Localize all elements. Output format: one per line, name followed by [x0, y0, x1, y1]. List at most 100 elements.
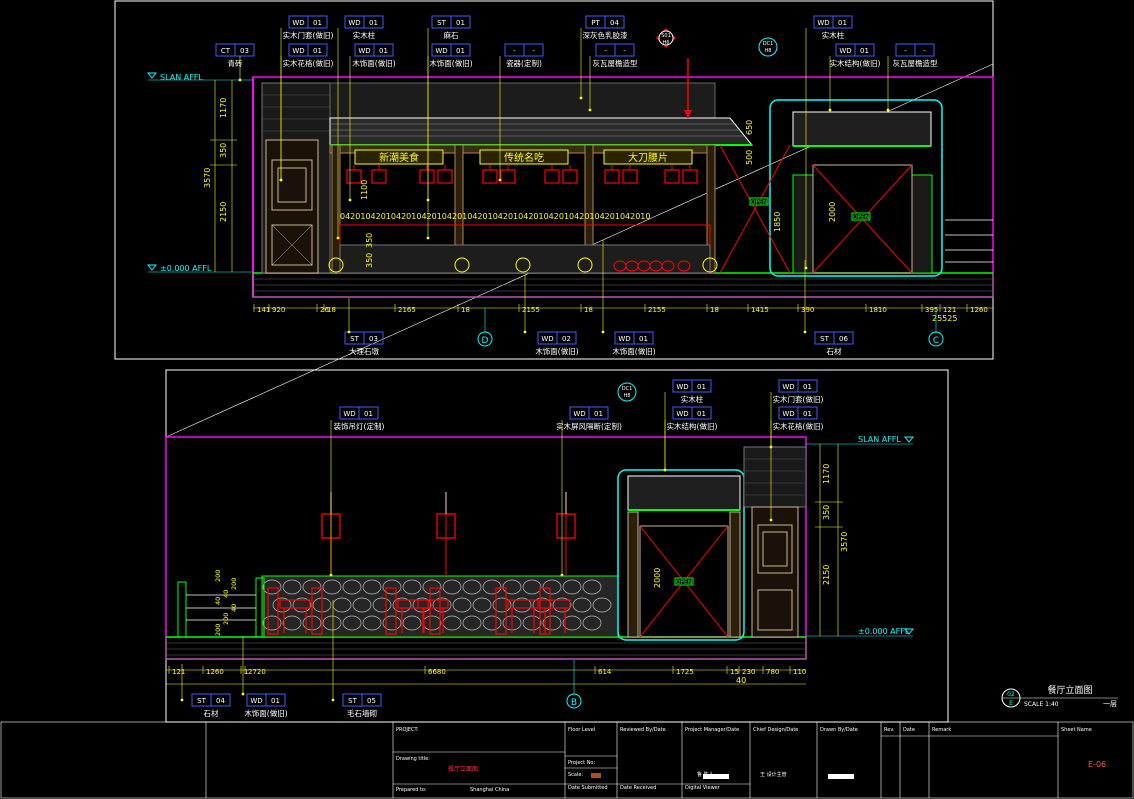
vdim: 3570 [203, 168, 212, 188]
tb-scale-swatch [591, 773, 601, 778]
lantern [346, 169, 362, 184]
grid-d-label: D [482, 336, 489, 346]
tb-remark: Remark [932, 727, 951, 733]
tag-number: 06 [839, 335, 848, 343]
tag-number: 01 [271, 697, 280, 705]
hdim: 2155 [648, 306, 666, 314]
tb-prepared-value: Shanghai China [470, 787, 509, 793]
hdim-bottom: 780 [766, 668, 779, 676]
hdim: 390 [801, 306, 814, 314]
left-vdim: 200 [214, 624, 222, 636]
vdim-bottom: 3570 [840, 532, 849, 552]
lantern [500, 169, 516, 184]
tag-note: 青砖 [228, 58, 243, 68]
brick-wall-bottom [743, 446, 807, 508]
tb-floor-level: Floor Level [568, 727, 595, 733]
left-vdim: 200 [214, 570, 222, 582]
tag-code: WD [573, 410, 585, 418]
view-title: 餐厅立面图 [1047, 684, 1092, 696]
grid-b-label: B [571, 698, 577, 708]
tag-note: 木饰面(做旧) [429, 58, 472, 68]
door-marker-bottom-id: DC1 [622, 386, 633, 392]
tag-number: 01 [456, 47, 465, 55]
tag-number: 04 [610, 19, 619, 27]
vdim: 1170 [219, 98, 228, 118]
tag-code: WD [292, 19, 304, 27]
tag-number: 01 [838, 19, 847, 27]
tb-stamp-2 [828, 774, 854, 779]
tag-code: WD [676, 383, 688, 391]
material-tag: WD 01 装饰吊灯(定制) [329, 406, 384, 577]
lantern [664, 169, 680, 184]
tag-leader-dot [579, 96, 583, 100]
lantern [482, 169, 498, 184]
door-pillar-right [911, 174, 933, 274]
tag-code: ST [437, 19, 446, 27]
tag-leader-dot [238, 78, 242, 82]
top-lanterns [346, 165, 698, 184]
tb-date-submitted: Date Submitted [568, 785, 608, 791]
right-door-bottom [751, 506, 799, 638]
left-vdim: 40 [230, 604, 238, 612]
hdim-bottom: 614 [598, 668, 612, 676]
hdim: 18 [461, 306, 470, 314]
tag-number: 01 [860, 47, 869, 55]
tag-leader-dot [336, 236, 340, 240]
left-vdim: 200 [230, 578, 238, 590]
door-open-label: OPEN [853, 214, 870, 221]
tag-code: WD [541, 335, 553, 343]
left-vdims: 200200404040200200 [214, 570, 238, 636]
tag-leader-dot [498, 178, 502, 182]
tag-note: 实木结构(做旧) [667, 421, 718, 431]
tag-code: WD [676, 410, 688, 418]
level-bottom: ±0.000 AFFL [160, 264, 212, 273]
vdim: 2150 [219, 202, 228, 222]
hdim-bottom: 1260 [206, 668, 224, 676]
hdim: 395 [925, 306, 938, 314]
tag-code: WD [782, 410, 794, 418]
vdim-bottom: 350 [822, 505, 831, 520]
tag-leader-dot [348, 198, 352, 202]
tb-scale: Scale: [568, 772, 583, 778]
vdim-bottom: 1170 [822, 464, 831, 484]
material-tag: CT 03 青砖 [215, 43, 255, 82]
left-vdim: 40 [214, 597, 222, 605]
tag-number: 01 [594, 410, 603, 418]
tag-note: 木饰面(做旧) [612, 346, 655, 356]
tb-drawing-title: 餐厅立面图 [448, 765, 478, 773]
hdim-total-bottom: 40 [736, 676, 746, 685]
lantern [371, 169, 387, 184]
material-tag: WD 02 木饰面(做旧) [523, 275, 579, 356]
tag-code: ST [197, 697, 206, 705]
roof-eave [329, 117, 754, 146]
hdim: 1415 [751, 306, 769, 314]
tag-leader-dot [769, 518, 773, 522]
tag-code: - [513, 47, 516, 55]
lantern [622, 169, 638, 184]
tb-project-no: Project No: [568, 760, 595, 766]
material-tag: WD 01 实木门套(做旧) [769, 379, 823, 449]
pendant-lamps [321, 492, 576, 575]
tb-rev: Rev. [884, 727, 895, 733]
lantern [544, 169, 560, 184]
left-vdim: 200 [222, 613, 230, 625]
elevation-drawing: 新潮美食 传统名吃 大刀腰片 0420104201042010420104201… [0, 0, 1134, 799]
title-block-text: PROJECT: Drawing title: 餐厅立面图 Prepared t… [396, 727, 1106, 793]
tag-leader-dot [241, 692, 245, 696]
hdim-bottom: 230 [742, 668, 755, 676]
shop-sign-2-label: 传统名吃 [504, 151, 544, 164]
tag-note: 木饰面(做旧) [535, 346, 578, 356]
tag-number: 01 [697, 383, 706, 391]
vdim-bottom: 2150 [822, 565, 831, 585]
shop-sign-3-label: 大刀腰片 [628, 151, 668, 164]
tag-number: 01 [803, 410, 812, 418]
door-vdim: 500 [745, 150, 754, 165]
tag-note: 石材 [827, 346, 842, 356]
level-bottom-bottom: ±0.000 AFFL [858, 627, 910, 636]
counter [339, 224, 711, 246]
title-block [0, 721, 1134, 799]
tag-code: WD [839, 47, 851, 55]
tag-code: CT [221, 47, 231, 55]
tb-project: PROJECT: [396, 727, 419, 733]
tb-reviewed: Reviewed By/Date [620, 727, 666, 733]
